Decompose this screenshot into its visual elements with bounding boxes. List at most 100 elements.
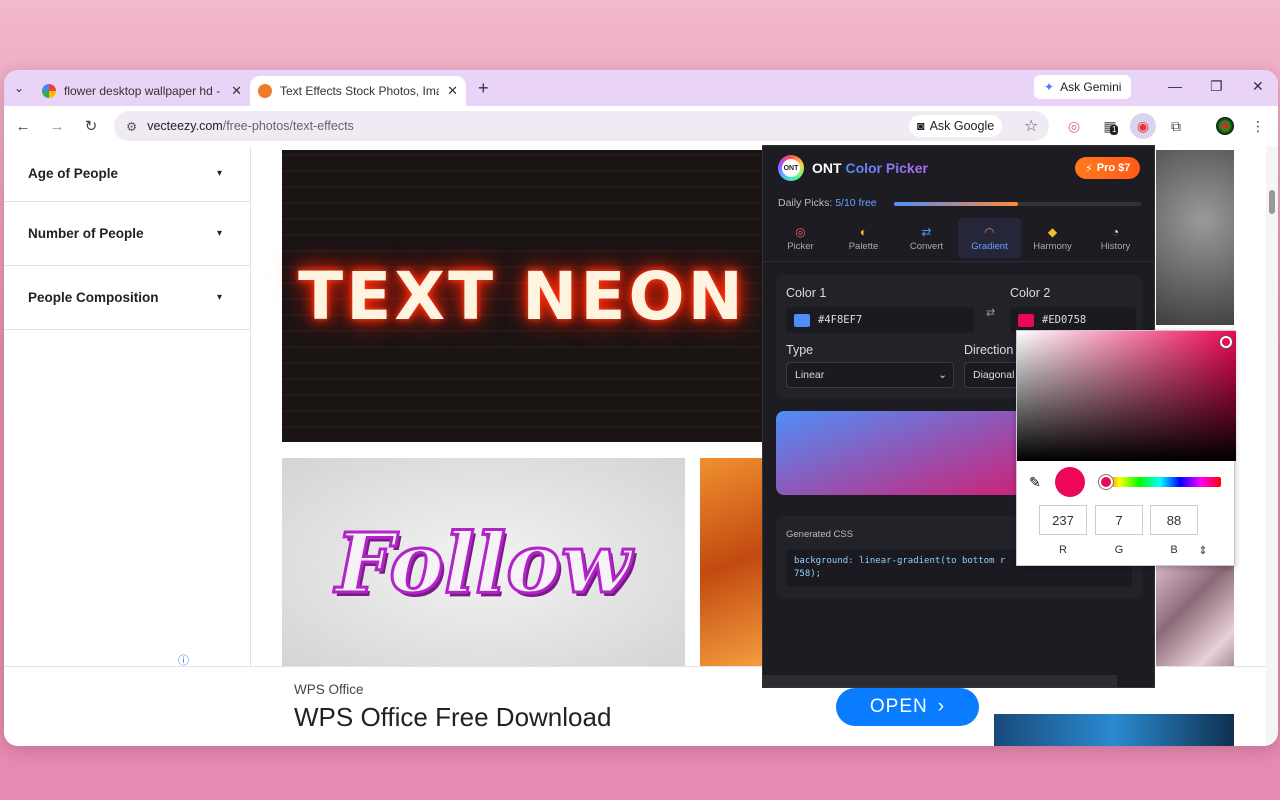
google-favicon-icon [42,84,56,98]
logo-text: ONT [782,159,800,177]
ad-title: WPS Office Free Download [294,702,612,732]
address-bar[interactable]: ⚙ vecteezy.com/free-photos/text-effects … [114,111,1049,141]
palette-icon: ◐ [859,224,868,239]
tab-history[interactable]: ◔ History [1084,218,1147,258]
orange-abstract-image[interactable] [700,458,762,670]
bookmark-star-icon[interactable]: ☆ [1024,116,1038,136]
filter-sidebar: Age of People ▾ Number of People ▾ Peopl… [4,146,251,666]
forward-icon[interactable]: → [40,118,74,135]
color-picker-extension-icon[interactable]: ◉ [1130,113,1156,139]
color2-swatch[interactable] [1018,313,1034,327]
grey-texture-image[interactable] [1156,150,1234,325]
current-color-swatch [1055,467,1085,497]
r-label: R [1059,544,1067,556]
direction-value: Diagonal [973,369,1015,381]
hue-handle[interactable] [1099,475,1113,489]
menu-dots-icon[interactable]: ⋮ [1248,116,1268,136]
color1-field[interactable]: #4F8EF7 [786,307,974,333]
filter-number-of-people[interactable]: Number of People ▾ [4,202,250,266]
css-label: Generated CSS [786,529,854,540]
tab-gradient[interactable]: ◠ Gradient [958,218,1021,258]
color1-value: #4F8EF7 [818,314,863,326]
tab-label: Palette [848,240,879,252]
pro-label: Pro $7 [1096,162,1131,174]
cp-tabs: ◎ Picker ◐ Palette ⇄ Convert ◠ Gradient ◆ Har… [763,218,1154,262]
daily-picks: Daily Picks: 5/10 free [778,197,877,209]
ask-gemini-button[interactable]: ✦ Ask Gemini [1034,75,1132,99]
type-select[interactable]: Linear ⌄ [786,362,954,388]
format-toggle-icon[interactable]: ⇕ [1179,544,1227,557]
follow-text-image[interactable]: Follow [282,458,685,670]
ad-open-label: OPEN [869,696,928,717]
ask-gemini-label: Ask Gemini [1060,80,1122,94]
color2-value: #ED0758 [1042,314,1087,326]
restore-icon[interactable]: ❐ [1210,78,1223,95]
tab-convert[interactable]: ⇄ Convert [895,218,958,258]
filter-label: People Composition [28,290,159,305]
gradient-icon: ◠ [984,224,995,239]
native-color-chooser: ✎ 237 7 88 R G B ⇕ [1016,330,1236,566]
extension-badge: 1 [1110,125,1119,135]
minimize-icon[interactable]: — [1168,78,1182,94]
toolbar: ← → ↻ ⚙ vecteezy.com/free-photos/text-ef… [4,106,1278,146]
extensions-puzzle-icon[interactable]: ⧉ [1166,116,1186,136]
lens-icon: ◙ [917,119,925,133]
ask-google-button[interactable]: ◙ Ask Google [909,115,1003,137]
saturation-value-area[interactable] [1017,331,1236,461]
picker-icon: ◎ [795,224,806,239]
new-tab-icon[interactable]: + [478,78,489,99]
filter-label: Number of People [28,226,144,241]
daily-progress-bar [894,202,1141,206]
tab-title: flower desktop wallpaper hd - G [64,84,224,98]
blue-smoke-image[interactable] [994,714,1234,746]
tab-label: Harmony [1033,240,1072,252]
close-window-icon[interactable]: ✕ [1252,78,1264,95]
tab-palette[interactable]: ◐ Palette [832,218,895,258]
back-icon[interactable]: ← [6,118,40,135]
tab-search-icon[interactable]: ⌄ [4,81,34,95]
ad-info-icon[interactable]: ⓘ [178,652,189,668]
url-host: vecteezy.com [147,119,223,133]
pro-upgrade-button[interactable]: ⚡ Pro $7 [1075,157,1141,179]
bolt-icon: ⚡ [1085,162,1093,175]
b-input[interactable]: 88 [1150,505,1198,535]
tab-label: Gradient [971,240,1008,252]
page-scrollbar-thumb[interactable] [1269,190,1275,214]
ad-open-button[interactable]: OPEN › [836,688,979,726]
type-label: Type [786,343,814,357]
tab-text-effects[interactable]: Text Effects Stock Photos, Imag ✕ [250,76,466,106]
popup-scrollbar[interactable] [763,675,1117,687]
gemini-icon: ✦ [1044,80,1055,94]
color1-swatch[interactable] [794,313,810,327]
filter-people-composition[interactable]: People Composition ▾ [4,266,250,330]
extension-badge-icon[interactable]: ▦1 [1100,116,1120,136]
profile-avatar[interactable] [1216,117,1234,135]
filter-age-of-people[interactable]: Age of People ▾ [4,146,250,202]
tab-label: History [1100,240,1131,252]
neon-text-image[interactable]: TEXT NEON [282,150,762,442]
ad-brand: WPS Office [294,682,364,697]
tab-close-icon[interactable]: ✕ [447,83,458,99]
r-input[interactable]: 237 [1039,505,1087,535]
reload-icon[interactable]: ↻ [74,117,108,135]
tab-harmony[interactable]: ◆ Harmony [1021,218,1084,258]
site-info-icon[interactable]: ⚙ [126,119,137,134]
eyedropper-icon[interactable]: ✎ [1029,474,1041,491]
tab-picker[interactable]: ◎ Picker [769,218,832,258]
g-input[interactable]: 7 [1095,505,1143,535]
ask-google-label: Ask Google [929,119,995,133]
neon-text: TEXT NEON [298,257,746,335]
sv-handle[interactable] [1220,336,1232,348]
hue-slider[interactable] [1099,477,1221,487]
harmony-icon: ◆ [1047,224,1058,239]
vecteezy-favicon-icon [258,84,272,98]
cp-brand-main: ONT [812,160,842,176]
tab-flower-wallpaper[interactable]: flower desktop wallpaper hd - G ✕ [34,76,250,106]
cp-brand: ONT Color Picker [812,160,928,176]
tab-close-icon[interactable]: ✕ [231,83,242,99]
chevron-down-icon: ▾ [216,292,222,303]
swap-icon[interactable]: ⇄ [986,306,995,319]
css-code-line: 758); [794,569,822,579]
page-scrollbar[interactable] [1266,146,1278,746]
instagram-extension-icon[interactable]: ◎ [1064,116,1084,136]
